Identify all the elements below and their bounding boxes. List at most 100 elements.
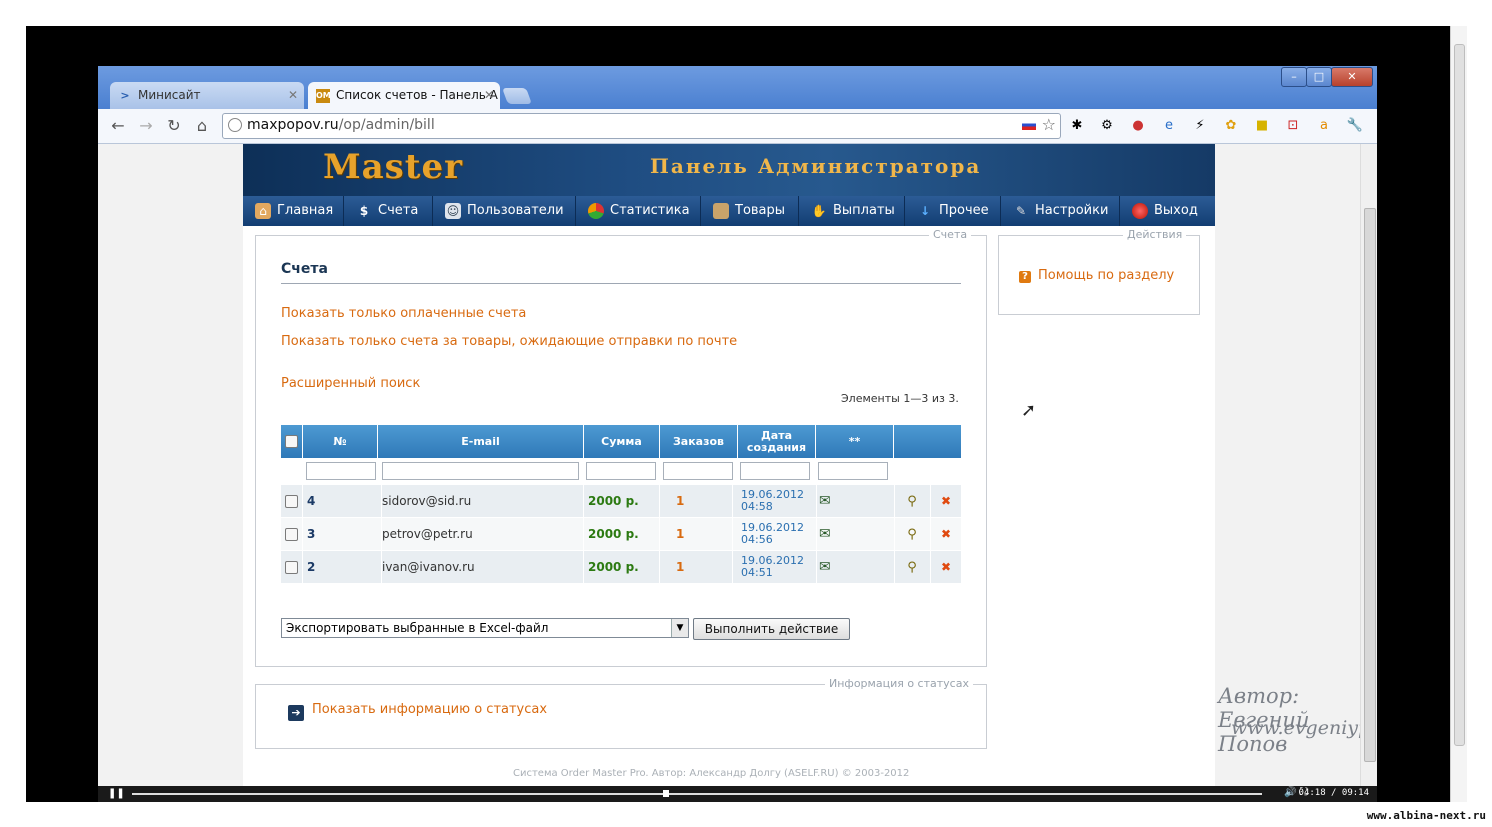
forward-icon[interactable]: → — [136, 116, 156, 136]
nav-goods[interactable]: Товары — [701, 196, 799, 226]
advanced-search-link[interactable]: Расширенный поиск — [281, 376, 420, 391]
show-status-info-link[interactable]: Показать информацию о статусах — [312, 702, 547, 717]
chevron-down-icon[interactable]: ▼ — [671, 619, 688, 637]
nav-stats[interactable]: Статистика — [576, 196, 701, 226]
nav-bills[interactable]: $ Счета — [344, 196, 433, 226]
row-sum: 2000 р. — [584, 518, 660, 550]
col-num[interactable]: № — [303, 425, 378, 458]
row-extra: ✉ — [816, 551, 895, 583]
mail-sent-icon[interactable]: ✉ — [819, 526, 831, 542]
ext-lock-off-icon[interactable]: ⊡ — [1284, 117, 1302, 135]
col-sum[interactable]: Сумма — [584, 425, 660, 458]
row-sum: 2000 р. — [584, 551, 660, 583]
wrench-icon: ✎ — [1015, 203, 1027, 218]
help-link[interactable]: Помощь по разделу — [1038, 268, 1174, 283]
row-orders[interactable]: 1 — [660, 518, 733, 550]
mail-sent-icon[interactable]: ✉ — [819, 493, 831, 509]
ext-gear-icon[interactable]: ⚙ — [1098, 117, 1116, 135]
filter-awaiting-shipping-link[interactable]: Показать только счета за товары, ожидающ… — [281, 334, 737, 349]
nav-other[interactable]: ↓ Прочее — [905, 196, 1001, 226]
delete-icon[interactable]: ✖ — [941, 494, 951, 508]
users-icon: ☺ — [445, 202, 461, 219]
filter-email-input[interactable] — [382, 462, 579, 480]
seek-bar[interactable] — [132, 793, 1262, 795]
title-rule — [281, 283, 961, 284]
address-bar[interactable]: maxpopov.ru/op/admin/bill ☆ — [222, 113, 1061, 139]
filter-extra-input[interactable] — [818, 462, 888, 480]
bulk-action-select[interactable]: Экспортировать выбранные в Excel-файл ▼ — [281, 618, 689, 638]
table-row: 3 petrov@petr.ru 2000 р. 1 19.06.2012 04:… — [281, 518, 961, 550]
col-date[interactable]: Дата создания — [738, 425, 816, 458]
page-title: Счета — [281, 261, 328, 277]
select-all-checkbox[interactable] — [285, 435, 298, 448]
col-orders[interactable]: Заказов — [660, 425, 738, 458]
maximize-button[interactable]: □ — [1306, 67, 1332, 87]
star-icon[interactable]: ☆ — [1042, 115, 1056, 134]
ext-ie-icon[interactable]: e — [1160, 117, 1178, 135]
site-watermark: www.evgeniypopov.com — [1231, 717, 1360, 739]
tab-label: Список счетов - Панель А — [336, 88, 498, 102]
payout-icon: ✋ — [811, 203, 827, 218]
ext-paw-icon[interactable]: ✿ — [1222, 117, 1240, 135]
panel-title: Панель Администратора — [650, 154, 982, 178]
row-id[interactable]: 3 — [303, 518, 382, 550]
filter-sum-input[interactable] — [586, 462, 656, 480]
row-date: 19.06.2012 04:51 — [738, 551, 817, 583]
ext-abp-icon[interactable]: ● — [1129, 117, 1147, 135]
tab-minisite[interactable]: > Минисайт ✕ — [110, 82, 304, 109]
close-tab-icon[interactable]: ✕ — [288, 82, 298, 109]
row-checkbox[interactable] — [285, 494, 298, 508]
volume-icon[interactable]: 🔊 — [1284, 787, 1296, 798]
new-tab-button[interactable] — [502, 88, 532, 104]
page-scrollbar[interactable] — [1360, 144, 1377, 786]
nav-logout[interactable]: Выход — [1120, 196, 1215, 226]
filter-date-input[interactable] — [740, 462, 810, 480]
row-id[interactable]: 4 — [303, 485, 382, 517]
globe-icon — [228, 118, 242, 132]
view-icon[interactable]: ⚲ — [907, 527, 917, 542]
back-icon[interactable]: ← — [108, 116, 128, 136]
delete-icon[interactable]: ✖ — [941, 560, 951, 574]
view-icon[interactable]: ⚲ — [907, 494, 917, 509]
row-date: 19.06.2012 04:58 — [738, 485, 817, 517]
home-icon: ⌂ — [255, 202, 271, 219]
row-orders[interactable]: 1 — [660, 485, 733, 517]
view-icon[interactable]: ⚲ — [907, 560, 917, 575]
nav-home[interactable]: ⌂ Главная — [243, 196, 344, 226]
filter-paid-link[interactable]: Показать только оплаченные счета — [281, 306, 526, 321]
ext-note-icon[interactable]: ■ — [1253, 117, 1271, 135]
pause-icon[interactable]: ❚❚ — [108, 788, 125, 799]
dollar-icon: $ — [359, 203, 369, 218]
wrench-menu-icon[interactable]: 🔧 — [1346, 117, 1364, 135]
delete-icon[interactable]: ✖ — [941, 527, 951, 541]
row-id[interactable]: 2 — [303, 551, 382, 583]
browser-toolbar: ← → ↻ ⌂ maxpopov.ru/op/admin/bill ☆ ✱ ⚙ … — [98, 109, 1377, 144]
row-extra: ✉ — [816, 518, 895, 550]
outer-scrollbar[interactable] — [1450, 26, 1467, 802]
run-action-button[interactable]: Выполнить действие — [693, 618, 850, 640]
page-viewport: Master Панель Администратора ⌂ Главная $ С… — [98, 144, 1360, 786]
row-checkbox[interactable] — [285, 527, 298, 541]
home-icon[interactable]: ⌂ — [192, 116, 212, 136]
row-checkbox[interactable] — [285, 560, 298, 574]
col-email[interactable]: E-mail — [378, 425, 584, 458]
mail-sent-icon[interactable]: ✉ — [819, 559, 831, 575]
row-email: ivan@ivanov.ru — [378, 551, 584, 583]
close-window-button[interactable]: ✕ — [1331, 67, 1373, 87]
nav-users[interactable]: ☺ Пользователи — [433, 196, 576, 226]
tab-bills[interactable]: OM Список счетов - Панель А ✕ — [308, 82, 500, 109]
minimize-button[interactable]: – — [1281, 67, 1307, 87]
nav-payouts[interactable]: ✋ Выплаты — [799, 196, 905, 226]
row-orders[interactable]: 1 — [660, 551, 733, 583]
filter-orders-input[interactable] — [663, 462, 733, 480]
reload-icon[interactable]: ↻ — [164, 116, 184, 136]
ext-amazon-icon[interactable]: a — [1315, 117, 1333, 135]
page-footer: Система Order Master Pro. Автор: Алексан… — [513, 768, 910, 779]
ext-flash-icon[interactable]: ⚡ — [1191, 117, 1209, 135]
url-text: maxpopov.ru/op/admin/bill — [247, 117, 435, 133]
seek-knob[interactable] — [663, 790, 670, 797]
ext-bug-icon[interactable]: ✱ — [1068, 117, 1086, 135]
nav-settings[interactable]: ✎ Настройки — [1001, 196, 1120, 226]
filter-num-input[interactable] — [306, 462, 376, 480]
close-tab-icon[interactable]: ✕ — [484, 82, 494, 109]
